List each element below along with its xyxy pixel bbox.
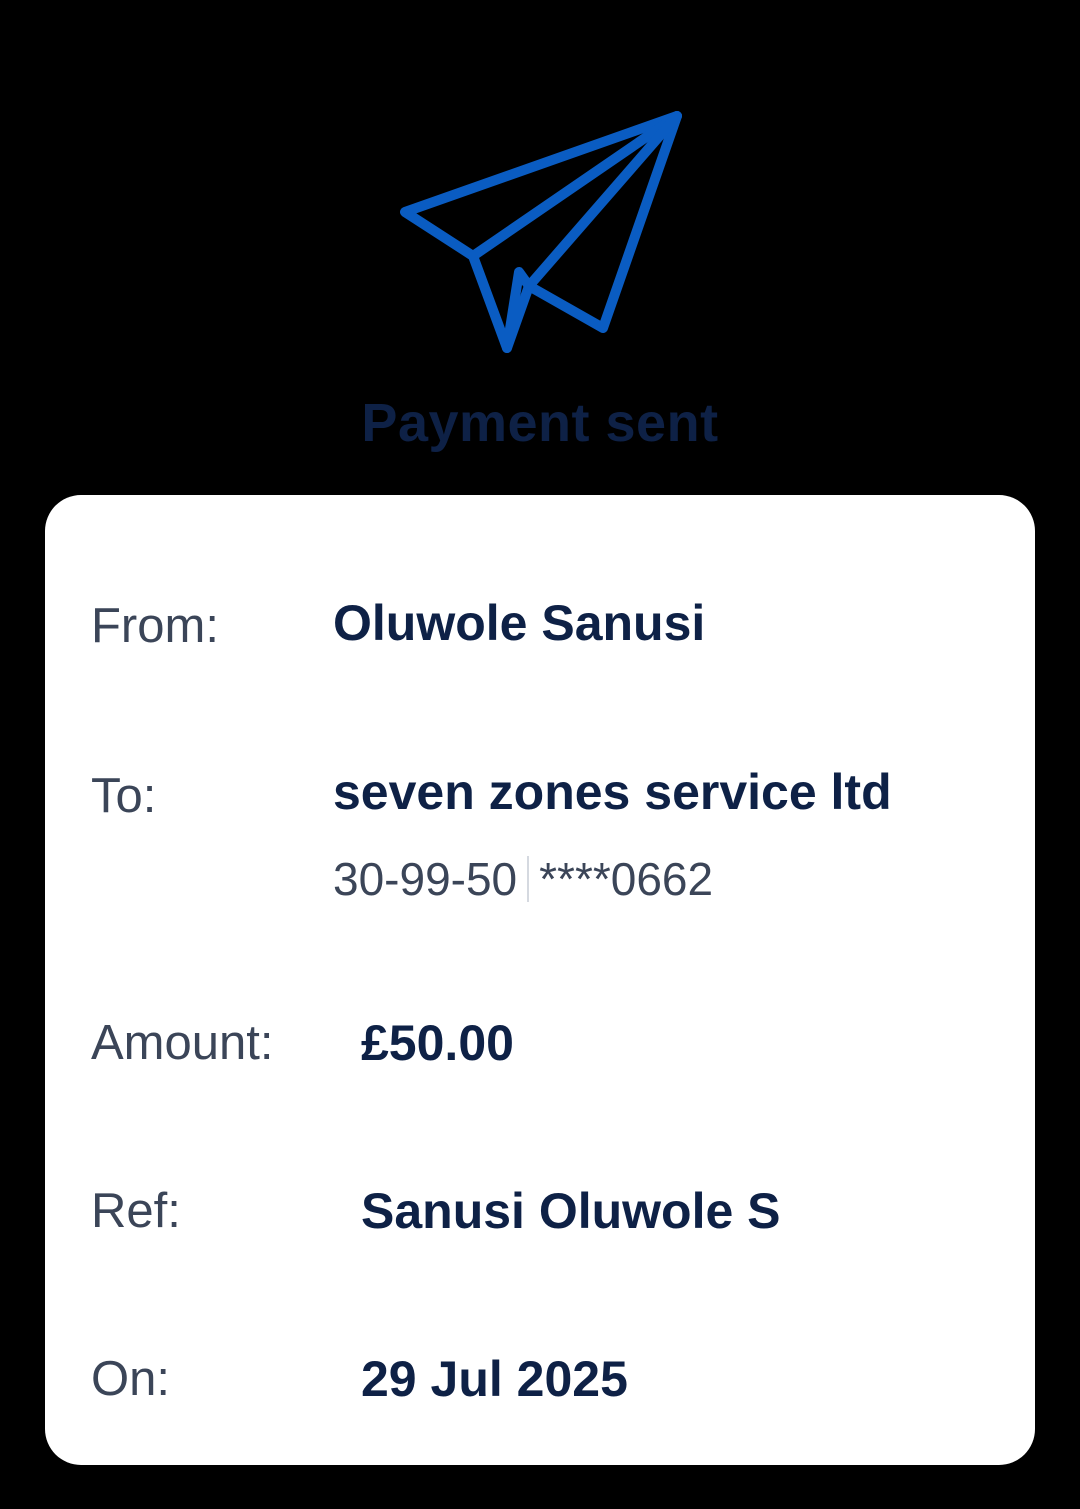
paper-plane-icon	[395, 108, 687, 358]
amount-value: £50.00	[361, 1015, 514, 1071]
to-value: seven zones service ltd	[333, 764, 892, 820]
to-label: To:	[91, 769, 157, 823]
ref-value: Sanusi Oluwole S	[361, 1183, 781, 1239]
sort-code: 30-99-50	[333, 853, 518, 905]
divider	[527, 856, 530, 902]
page-title: Payment sent	[361, 393, 719, 453]
from-value: Oluwole Sanusi	[333, 595, 706, 651]
payment-details-card: From: Oluwole Sanusi To: seven zones ser…	[45, 495, 1035, 1465]
account-details: 30-99-50 ****0662	[333, 849, 713, 909]
ref-label: Ref:	[91, 1184, 181, 1238]
amount-label: Amount:	[91, 1016, 274, 1070]
date-label: On:	[91, 1352, 170, 1406]
date-value: 29 Jul 2025	[361, 1351, 628, 1407]
account-number: ****0662	[539, 853, 714, 905]
from-label: From:	[91, 599, 219, 653]
